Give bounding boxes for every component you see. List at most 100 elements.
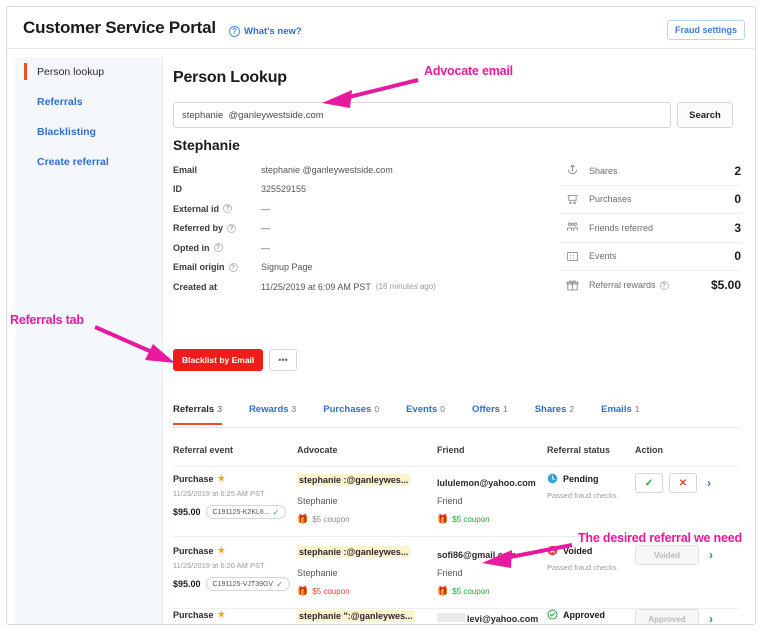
gift-icon: 🎁 <box>437 514 449 524</box>
advocate-email: stephanie ":@ganleywes... <box>297 610 415 622</box>
stat-value: 0 <box>734 192 741 207</box>
tab-shares[interactable]: Shares 2 <box>535 402 574 424</box>
app-window: Customer Service Portal ? What's new? Fr… <box>6 6 756 625</box>
stat-friends-referred: Friends referred 3 <box>561 214 741 243</box>
stat-label: Friends referred <box>589 222 654 233</box>
advocate-email: stephanie :@ganleywes... <box>297 546 411 558</box>
more-options-button[interactable]: ••• <box>269 349 297 371</box>
voided-icon <box>547 545 558 556</box>
advocate-coupon: 🎁 $5 coupon <box>297 514 350 524</box>
cell-referral-status: Pending Passed fraud checks <box>547 473 635 501</box>
pending-clock-icon <box>547 473 558 484</box>
cell-advocate: stephanie :@ganleywes... Stephanie 🎁 $5 … <box>297 545 433 597</box>
detail-label: Email <box>173 164 198 175</box>
tab-offers[interactable]: Offers 1 <box>472 402 508 424</box>
star-icon: ★ <box>217 545 226 555</box>
event-amount: $95.00 <box>173 579 201 589</box>
search-row: Search <box>173 102 733 128</box>
chevron-right-icon[interactable]: › <box>709 612 713 624</box>
detail-label: Created at <box>173 281 218 292</box>
event-title: Purchase ★ <box>173 545 226 556</box>
approve-button[interactable]: ✓ <box>635 473 663 493</box>
redaction-block <box>437 613 465 623</box>
coupon-code-pill[interactable]: C191125-K2KL6... ✓ <box>205 505 287 519</box>
column-header-friend: Friend <box>437 445 465 455</box>
sidebar-item-label: Create referral <box>37 156 109 168</box>
advocate-name: Stephanie <box>297 568 338 578</box>
table-row[interactable]: Purchase ★ 11/25/2019 at 6:20 AM PST $95… <box>173 545 739 609</box>
gift-icon: 🎁 <box>297 586 309 596</box>
stats-panel: Shares 2 Purchases 0 Friends referred 3 … <box>561 157 741 300</box>
blacklist-by-email-button[interactable]: Blacklist by Email <box>173 349 264 371</box>
detail-value: 325529155 <box>261 184 307 195</box>
stat-value: 0 <box>734 249 741 264</box>
status-badge: Approved <box>547 609 635 620</box>
table-header: Referral event Advocate Friend Referral … <box>173 445 739 467</box>
help-icon[interactable]: ? <box>227 223 237 233</box>
detail-row-external-id: External id ? — <box>173 199 553 219</box>
column-header-referral-status: Referral status <box>547 445 611 455</box>
stat-events: Events 0 <box>561 243 741 271</box>
detail-label: Opted in ? <box>173 243 261 253</box>
help-icon[interactable]: ? <box>659 280 669 290</box>
friend-coupon: 🎁 $5 coupon <box>437 586 490 596</box>
calendar-icon <box>561 250 583 263</box>
friend-label: Friend <box>437 568 463 578</box>
detail-value: — <box>261 223 270 234</box>
sidebar-item-label: Blacklisting <box>37 126 96 138</box>
chevron-right-icon[interactable]: › <box>709 548 713 562</box>
sidebar-item-create-referral[interactable]: Create referral <box>15 147 162 177</box>
sidebar-item-blacklisting[interactable]: Blacklisting <box>15 117 162 147</box>
detail-row-referred-by: Referred by ? — <box>173 219 553 239</box>
search-input[interactable] <box>173 102 671 128</box>
friend-coupon: 🎁 $5 coupon <box>437 514 490 524</box>
check-icon: ✓ <box>276 579 283 589</box>
detail-value: — <box>261 203 270 214</box>
detail-value: 11/25/2019 at 6:09 AM PST <box>261 281 371 292</box>
fraud-settings-button[interactable]: Fraud settings <box>666 20 745 40</box>
tab-purchases[interactable]: Purchases 0 <box>323 402 379 424</box>
chevron-right-icon[interactable]: › <box>707 476 711 490</box>
action-buttons: Voided › <box>635 545 739 565</box>
whats-new-link[interactable]: ? What's new? <box>229 26 302 37</box>
detail-row-id: ID 325529155 <box>173 180 553 200</box>
tab-events[interactable]: Events 0 <box>406 402 445 424</box>
sidebar: Person lookup Referrals Blacklisting Cre… <box>15 57 163 624</box>
help-icon[interactable]: ? <box>228 262 238 272</box>
detail-value: stephanie @ganleywestside.com <box>261 164 393 175</box>
detail-label: External id ? <box>173 204 261 214</box>
stat-purchases: Purchases 0 <box>561 186 741 214</box>
detail-label: ID <box>173 184 182 195</box>
search-button[interactable]: Search <box>677 102 733 128</box>
table-row[interactable]: Purchase ★ 11/25/2019 at 6:16 AM PST $95… <box>173 609 739 624</box>
screenshot-root: Customer Service Portal ? What's new? Fr… <box>0 0 762 631</box>
person-name: Stephanie <box>173 137 240 153</box>
stat-shares: Shares 2 <box>561 157 741 186</box>
stat-label: Purchases <box>589 194 632 205</box>
whats-new-label: What's new? <box>244 26 302 37</box>
action-buttons: ✓ ✕ › <box>635 473 739 493</box>
help-icon[interactable]: ? <box>223 204 233 214</box>
stat-label: Shares <box>589 165 618 176</box>
event-title: Purchase ★ <box>173 473 226 484</box>
detail-row-email-origin: Email origin ? Signup Page <box>173 258 553 278</box>
tab-emails[interactable]: Emails 1 <box>601 402 639 424</box>
tab-rewards[interactable]: Rewards 3 <box>249 402 296 424</box>
tab-referrals[interactable]: Referrals 3 <box>173 402 222 425</box>
star-icon: ★ <box>217 473 226 483</box>
sidebar-item-referrals[interactable]: Referrals <box>15 87 162 117</box>
table-row[interactable]: Purchase ★ 11/25/2019 at 6:25 AM PST $95… <box>173 473 739 537</box>
help-icon[interactable]: ? <box>213 243 223 253</box>
stat-value: 2 <box>734 163 741 178</box>
stat-label: Events <box>589 251 617 262</box>
advocate-name: Stephanie <box>297 496 338 506</box>
sidebar-item-label: Referrals <box>37 96 83 108</box>
tab-bar: Referrals 3 Rewards 3 Purchases 0 Events 0 O… <box>173 402 739 428</box>
check-icon: ✓ <box>272 507 280 517</box>
coupon-code-pill[interactable]: C191125-VJT39GV ✓ <box>205 577 290 591</box>
cart-icon <box>561 193 583 206</box>
event-date: 11/25/2019 at 6:20 AM PST <box>173 561 265 570</box>
reject-button[interactable]: ✕ <box>669 473 697 493</box>
sidebar-item-person-lookup[interactable]: Person lookup <box>15 57 162 87</box>
event-amount-row: $95.00 C191125-K2KL6... ✓ <box>173 505 293 519</box>
